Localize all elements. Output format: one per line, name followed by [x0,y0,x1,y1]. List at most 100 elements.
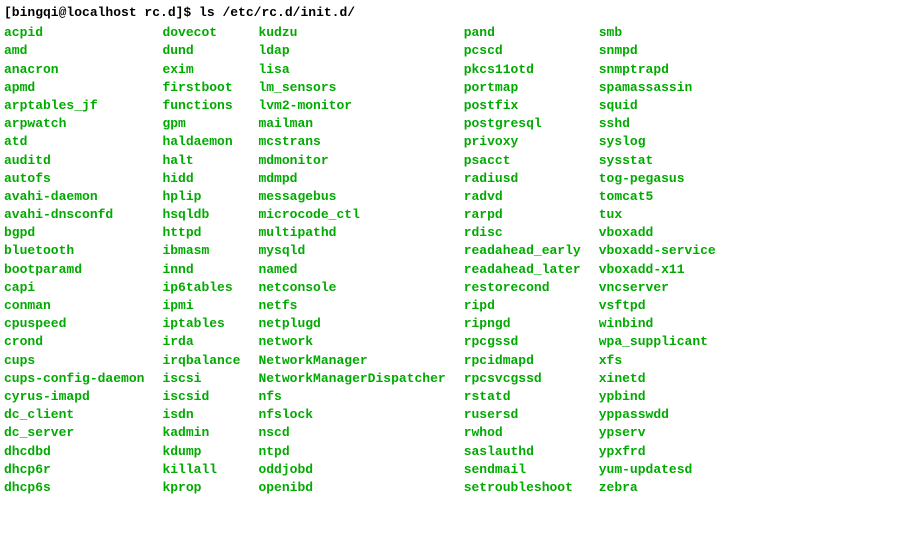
file-entry: amd [4,42,144,60]
file-entry: xinetd [599,370,716,388]
file-entry: ripd [464,297,581,315]
file-entry: mysqld [258,242,445,260]
file-entry: irqbalance [162,352,240,370]
file-entry: restorecond [464,279,581,297]
file-entry: rpcgssd [464,333,581,351]
file-entry: radiusd [464,170,581,188]
file-entry: mailman [258,115,445,133]
file-entry: postgresql [464,115,581,133]
file-entry: nfslock [258,406,445,424]
file-entry: iscsid [162,388,240,406]
file-entry: functions [162,97,240,115]
file-entry: killall [162,461,240,479]
file-entry: radvd [464,188,581,206]
file-entry: atd [4,133,144,151]
file-entry: yum-updatesd [599,461,716,479]
directory-listing: acpidamdanacronapmdarptables_jfarpwatcha… [4,24,910,497]
file-entry: smb [599,24,716,42]
file-entry: yppasswdd [599,406,716,424]
listing-column: pandpcscdpkcs11otdportmappostfixpostgres… [464,24,581,497]
file-entry: rusersd [464,406,581,424]
file-entry: vboxadd-service [599,242,716,260]
file-entry: anacron [4,61,144,79]
file-entry: dund [162,42,240,60]
file-entry: lvm2-monitor [258,97,445,115]
file-entry: multipathd [258,224,445,242]
file-entry: rdisc [464,224,581,242]
file-entry: isdn [162,406,240,424]
file-entry: cyrus-imapd [4,388,144,406]
file-entry: sysstat [599,152,716,170]
file-entry: network [258,333,445,351]
file-entry: vsftpd [599,297,716,315]
file-entry: readahead_early [464,242,581,260]
file-entry: rarpd [464,206,581,224]
file-entry: dc_client [4,406,144,424]
file-entry: avahi-dnsconfd [4,206,144,224]
file-entry: ypbind [599,388,716,406]
shell-prompt: [bingqi@localhost rc.d]$ [4,5,191,20]
file-entry: setroubleshoot [464,479,581,497]
file-entry: dovecot [162,24,240,42]
file-entry: wpa_supplicant [599,333,716,351]
file-entry: arptables_jf [4,97,144,115]
file-entry: auditd [4,152,144,170]
file-entry: snmptrapd [599,61,716,79]
file-entry: tux [599,206,716,224]
file-entry: snmpd [599,42,716,60]
file-entry: rwhod [464,424,581,442]
file-entry: rpcidmapd [464,352,581,370]
file-entry: sshd [599,115,716,133]
file-entry: arpwatch [4,115,144,133]
file-entry: haldaemon [162,133,240,151]
file-entry: kprop [162,479,240,497]
file-entry: ipmi [162,297,240,315]
file-entry: mcstrans [258,133,445,151]
file-entry: lm_sensors [258,79,445,97]
file-entry: pand [464,24,581,42]
file-entry: vboxadd [599,224,716,242]
file-entry: httpd [162,224,240,242]
file-entry: netconsole [258,279,445,297]
file-entry: innd [162,261,240,279]
listing-column: smbsnmpdsnmptrapdspamassassinsquidsshd sy… [599,24,716,497]
file-entry: squid [599,97,716,115]
file-entry: ypserv [599,424,716,442]
file-entry: netfs [258,297,445,315]
file-entry: rstatd [464,388,581,406]
file-entry: ripngd [464,315,581,333]
listing-column: dovecotdundeximfirstbootfunctionsgpmhald… [162,24,240,497]
file-entry: lisa [258,61,445,79]
file-entry: zebra [599,479,716,497]
file-entry: cpuspeed [4,315,144,333]
file-entry: ypxfrd [599,443,716,461]
file-entry: dhcdbd [4,443,144,461]
file-entry: portmap [464,79,581,97]
file-entry: spamassassin [599,79,716,97]
file-entry: ibmasm [162,242,240,260]
file-entry: avahi-daemon [4,188,144,206]
file-entry: conman [4,297,144,315]
listing-column: acpidamdanacronapmdarptables_jfarpwatcha… [4,24,144,497]
file-entry: dhcp6r [4,461,144,479]
file-entry: apmd [4,79,144,97]
listing-column: kudzuldaplisalm_sensorslvm2-monitormailm… [258,24,445,497]
file-entry: kdump [162,443,240,461]
file-entry: autofs [4,170,144,188]
file-entry: firstboot [162,79,240,97]
file-entry: bgpd [4,224,144,242]
file-entry: microcode_ctl [258,206,445,224]
file-entry: ldap [258,42,445,60]
file-entry: named [258,261,445,279]
file-entry: dhcp6s [4,479,144,497]
file-entry: gpm [162,115,240,133]
file-entry: sendmail [464,461,581,479]
file-entry: exim [162,61,240,79]
file-entry: ip6tables [162,279,240,297]
file-entry: tomcat5 [599,188,716,206]
file-entry: acpid [4,24,144,42]
file-entry: bootparamd [4,261,144,279]
file-entry: privoxy [464,133,581,151]
file-entry: dc_server [4,424,144,442]
file-entry: hplip [162,188,240,206]
